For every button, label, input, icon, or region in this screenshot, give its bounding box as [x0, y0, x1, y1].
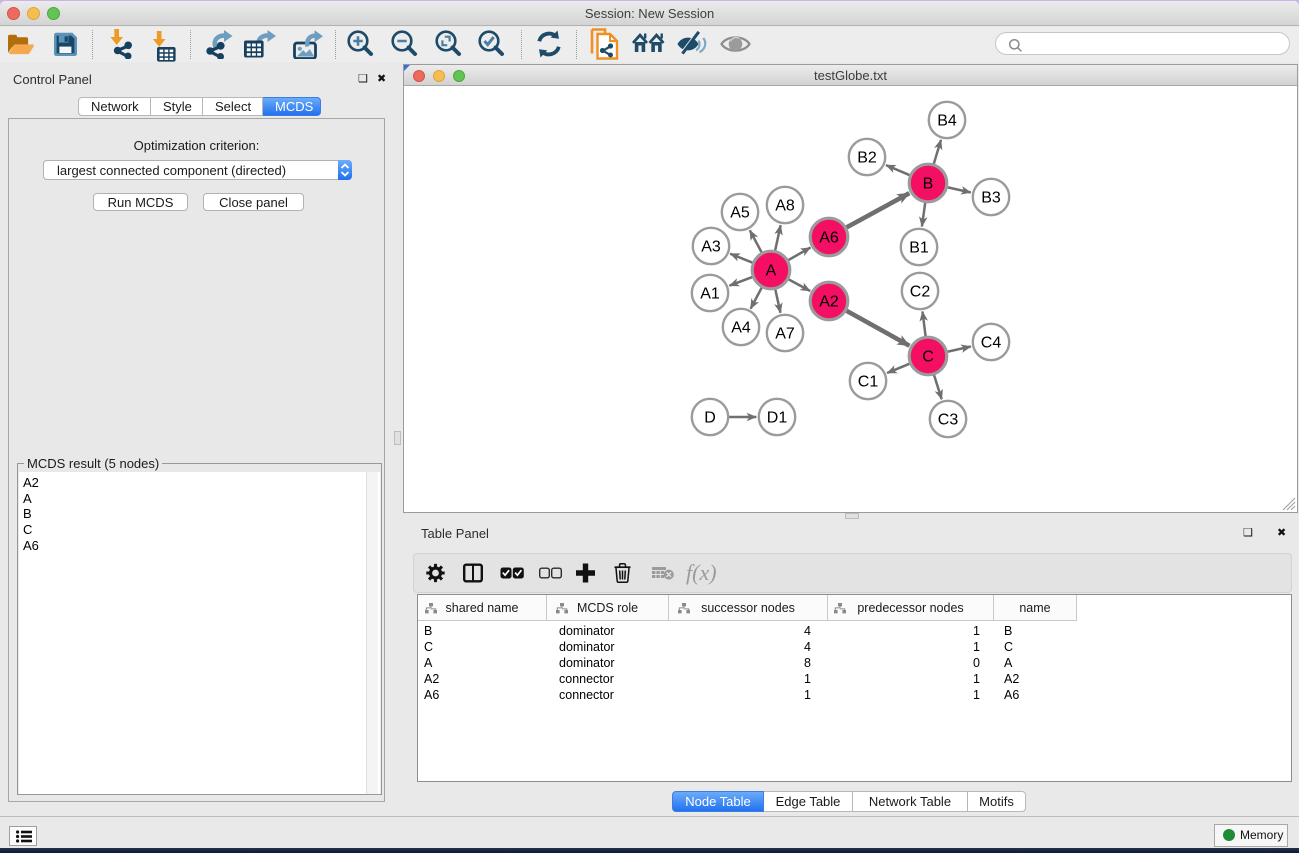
- svg-text:A5: A5: [730, 205, 750, 222]
- svg-text:A7: A7: [775, 326, 795, 343]
- svg-text:C4: C4: [981, 335, 1002, 352]
- svg-text:A: A: [766, 263, 777, 280]
- svg-text:B4: B4: [937, 113, 957, 130]
- svg-text:D1: D1: [767, 410, 788, 427]
- svg-text:B3: B3: [981, 190, 1001, 207]
- svg-text:A2: A2: [819, 294, 839, 311]
- svg-text:D: D: [704, 410, 716, 427]
- svg-text:C1: C1: [858, 374, 879, 391]
- svg-text:A6: A6: [819, 230, 839, 247]
- svg-text:B2: B2: [857, 150, 877, 167]
- svg-text:B1: B1: [909, 240, 929, 257]
- svg-text:A3: A3: [701, 239, 721, 256]
- svg-text:A8: A8: [775, 198, 795, 215]
- svg-text:C: C: [922, 349, 934, 366]
- svg-text:C2: C2: [910, 284, 931, 301]
- svg-text:C3: C3: [938, 412, 959, 429]
- svg-text:A4: A4: [731, 320, 751, 337]
- svg-text:A1: A1: [700, 286, 720, 303]
- svg-text:B: B: [923, 176, 934, 193]
